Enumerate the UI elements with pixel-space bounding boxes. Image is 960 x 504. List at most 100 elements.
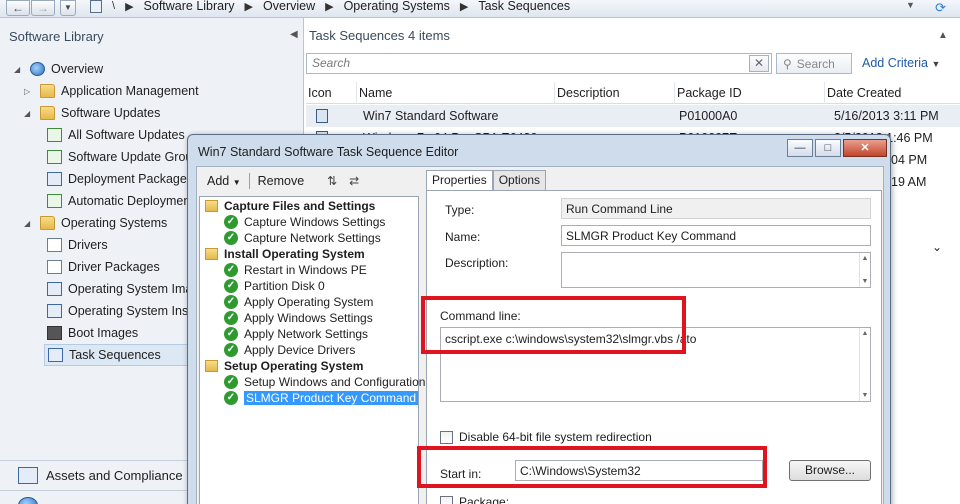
minimize-icon: — <box>794 142 806 154</box>
column-header-icon[interactable]: Icon <box>306 82 356 104</box>
description-label: Description: <box>445 256 509 270</box>
breadcrumb-separator-icon: ▶ <box>459 0 469 13</box>
tree-item-label: Capture Windows Settings <box>244 215 386 229</box>
maximize-button[interactable]: □ <box>815 139 841 157</box>
nav-item-label: Operating Systems <box>61 216 168 230</box>
package-checkbox[interactable]: Package: <box>440 495 509 504</box>
breadcrumb-item-operating-systems[interactable]: Operating Systems <box>344 0 450 13</box>
search-icon: ⚲ <box>783 56 792 71</box>
address-bar: ← → ▼ \ ▶ Software Library ▶ Overview ▶ … <box>0 0 960 18</box>
move-up-icon[interactable]: ⇅ <box>324 173 340 189</box>
history-dropdown-button[interactable]: ▼ <box>60 0 76 16</box>
refresh-icon[interactable]: ⟳ <box>935 0 946 16</box>
column-header-name[interactable]: Name <box>356 82 554 104</box>
nav-item-label: Software Updates <box>61 106 161 120</box>
add-criteria-button[interactable]: Add Criteria ▼ <box>862 56 940 70</box>
name-field[interactable]: SLMGR Product Key Command <box>561 225 871 246</box>
add-button-label: Add <box>207 174 230 188</box>
cell-date-created: 5/16/2013 3:11 PM <box>834 109 939 123</box>
browse-button[interactable]: Browse... <box>789 460 871 481</box>
description-scrollbar[interactable]: ▲ ▼ <box>859 253 870 287</box>
clear-search-button[interactable]: ✕ <box>749 55 769 72</box>
collapse-pane-icon[interactable]: ◀ <box>290 29 298 40</box>
nav-item-driver-packages[interactable]: Driver Packages <box>47 256 160 278</box>
column-header-date-created[interactable]: Date Created <box>824 82 960 104</box>
table-row[interactable]: Win7 Standard Software P01000A0 5/16/201… <box>306 105 960 127</box>
tree-step-capture-network-settings[interactable]: ✓ Capture Network Settings <box>224 230 381 246</box>
check-icon: ✓ <box>224 231 238 245</box>
expanded-icon[interactable]: ◢ <box>24 109 36 118</box>
disable-redirection-checkbox[interactable]: Disable 64-bit file system redirection <box>440 430 652 444</box>
tree-step-capture-windows-settings[interactable]: ✓ Capture Windows Settings <box>224 214 385 230</box>
tab-properties[interactable]: Properties <box>426 170 493 191</box>
group-folder-icon <box>205 248 218 260</box>
editor-toolbar: Add ▼ Remove ⇅ ⇄ <box>199 170 410 192</box>
column-header-package-id[interactable]: Package ID <box>674 82 824 104</box>
nav-item-all-software-updates[interactable]: All Software Updates <box>47 124 185 146</box>
group-folder-icon <box>205 360 218 372</box>
nav-item-application-management[interactable]: ▷ Application Management <box>24 80 199 102</box>
checkbox-icon <box>440 430 453 444</box>
address-dropdown-icon[interactable]: ▼ <box>906 0 920 10</box>
check-icon: ✓ <box>224 263 238 277</box>
remove-button[interactable]: Remove <box>250 171 313 191</box>
cell-date-partial: 04 PM <box>891 153 928 167</box>
breadcrumb-item-task-sequences[interactable]: Task Sequences <box>478 0 570 13</box>
workspace-label: Assets and Compliance <box>46 468 183 483</box>
disable-redirection-label: Disable 64-bit file system redirection <box>459 430 652 444</box>
nav-item-software-update-groups[interactable]: Software Update Groups <box>47 146 206 168</box>
rule-icon <box>47 194 62 208</box>
nav-item-software-updates[interactable]: ◢ Software Updates <box>24 102 160 124</box>
chevron-down-icon: ▼ <box>931 59 941 69</box>
nav-item-operating-systems[interactable]: ◢ Operating Systems <box>24 212 167 234</box>
command-line-scrollbar[interactable]: ▲ ▼ <box>859 328 870 401</box>
breadcrumb-item-overview[interactable]: Overview <box>263 0 315 13</box>
tree-group-install-os[interactable]: Install Operating System <box>205 246 365 262</box>
close-button[interactable]: ✕ <box>843 139 887 157</box>
tree-step-restart-winpe[interactable]: ✓ Restart in Windows PE <box>224 262 367 278</box>
tab-options[interactable]: Options <box>492 170 547 190</box>
breadcrumb-item-software-library[interactable]: Software Library <box>144 0 235 13</box>
description-field[interactable] <box>561 252 871 288</box>
tree-step-slmgr-command[interactable]: ✓ SLMGR Product Key Command <box>224 390 419 406</box>
tree-step-apply-device-drivers[interactable]: ✓ Apply Device Drivers <box>224 342 355 358</box>
forward-button[interactable]: → <box>31 0 55 16</box>
tree-group-capture-files[interactable]: Capture Files and Settings <box>205 198 375 214</box>
nav-item-label: Task Sequences <box>69 348 161 362</box>
breadcrumb-root[interactable]: \ <box>112 0 115 12</box>
os-installer-icon <box>47 304 62 318</box>
nav-item-drivers[interactable]: Drivers <box>47 234 108 256</box>
check-icon: ✓ <box>224 311 238 325</box>
minimize-button[interactable]: — <box>787 139 813 157</box>
column-header-description[interactable]: Description <box>554 82 674 104</box>
expanded-icon[interactable]: ◢ <box>14 65 26 74</box>
collapse-ribbon-icon[interactable]: ▲ <box>938 30 948 41</box>
nav-item-deployment-packages[interactable]: Deployment Packages <box>47 168 193 190</box>
add-menu-button[interactable]: Add ▼ <box>199 171 249 191</box>
close-icon: ✕ <box>860 142 870 154</box>
back-button[interactable]: ← <box>6 0 30 16</box>
nav-item-label: Boot Images <box>68 326 139 340</box>
tree-item-label: Setup Operating System <box>224 359 364 373</box>
breadcrumb-separator-icon: ▶ <box>325 0 334 13</box>
tree-step-apply-os[interactable]: ✓ Apply Operating System <box>224 294 373 310</box>
chevron-down-icon: ▼ <box>232 178 241 187</box>
search-button[interactable]: ⚲ Search <box>776 53 852 74</box>
nav-item-boot-images[interactable]: Boot Images <box>47 322 138 344</box>
details-expand-icon[interactable]: ⌄ <box>932 236 942 258</box>
tree-step-partition-disk[interactable]: ✓ Partition Disk 0 <box>224 278 325 294</box>
check-icon: ✓ <box>224 343 238 357</box>
collapsed-icon[interactable]: ▷ <box>24 87 36 96</box>
tree-item-label: Capture Files and Settings <box>224 199 376 213</box>
package-icon <box>47 172 62 186</box>
globe-icon <box>30 62 45 76</box>
expanded-icon[interactable]: ◢ <box>24 219 36 228</box>
tree-group-setup-os[interactable]: Setup Operating System <box>205 358 363 374</box>
nav-item-overview[interactable]: ◢ Overview <box>14 58 103 80</box>
move-down-icon[interactable]: ⇄ <box>346 173 362 189</box>
tree-step-apply-network-settings[interactable]: ✓ Apply Network Settings <box>224 326 368 342</box>
tree-step-setup-windows[interactable]: ✓ Setup Windows and Configuration <box>224 374 425 390</box>
search-input[interactable]: Search <box>306 53 772 74</box>
tree-step-apply-windows-settings[interactable]: ✓ Apply Windows Settings <box>224 310 373 326</box>
highlight-box-command-line <box>421 296 686 354</box>
